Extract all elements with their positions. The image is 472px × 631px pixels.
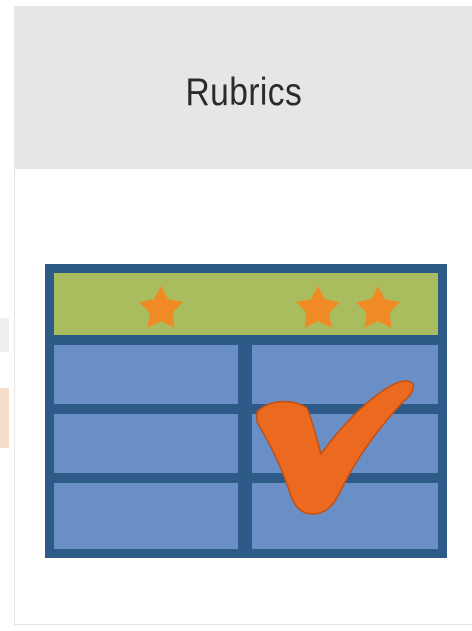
rubric-cell — [252, 483, 438, 549]
rubric-cell — [54, 414, 238, 473]
adjacent-card-edge — [0, 318, 9, 352]
adjacent-card-accent — [0, 388, 9, 448]
rubric-table-checkmark-icon — [45, 264, 447, 558]
page: Rubrics — [0, 0, 472, 631]
rubric-cell — [54, 483, 238, 549]
rubric-cell — [54, 345, 238, 404]
card-header: Rubrics — [15, 6, 472, 169]
card-title: Rubrics — [185, 70, 302, 114]
